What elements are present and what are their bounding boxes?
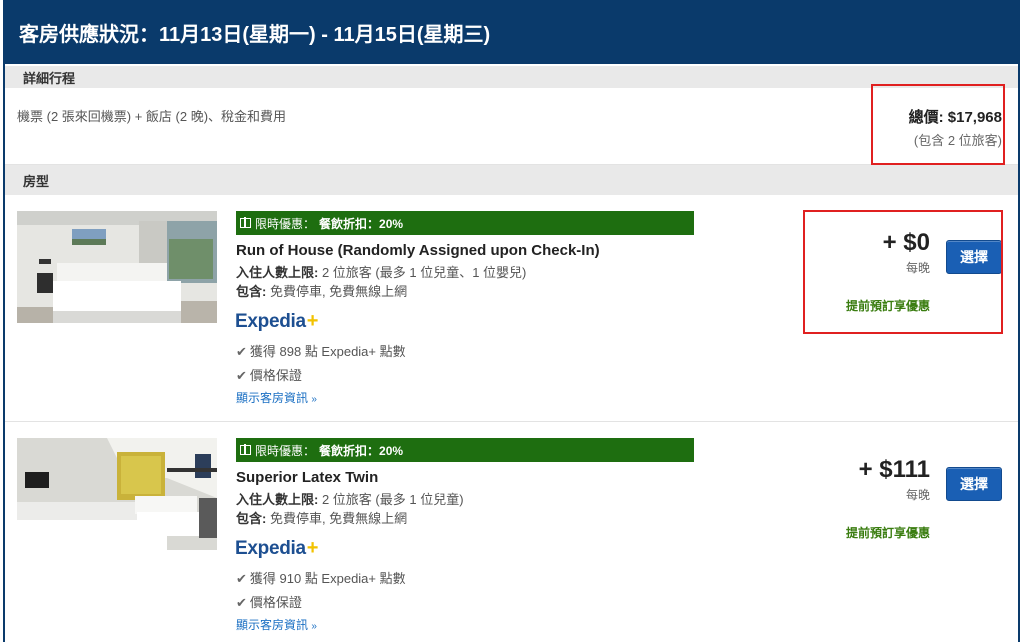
price-guarantee-text: 價格保證 xyxy=(249,595,302,610)
chevron-down-icon: » xyxy=(311,621,317,632)
points-text: 獲得 910 點 Expedia+ 點數 xyxy=(249,571,406,586)
itinerary-section-label: 詳細行程 xyxy=(23,70,76,86)
room-availability-panel: 客房供應狀況：11月13日(星期一) - 11月15日(星期三) 詳細行程 機票… xyxy=(3,0,1020,642)
itinerary-description: 機票 (2 張來回機票) + 飯店 (2 晚)、稅金和費用 xyxy=(17,109,287,124)
promo-detail: 餐飲折扣：20% xyxy=(319,443,404,458)
room-price: + $111 xyxy=(858,456,930,483)
expedia-plus-mark: + xyxy=(306,310,319,332)
points-line: ✔ 獲得 910 點 Expedia+ 點數 xyxy=(236,568,406,587)
occupancy-label: 入住人數上限: xyxy=(236,265,319,280)
expedia-plus-mark: + xyxy=(306,537,319,559)
room-type-section-label: 房型 xyxy=(23,173,50,189)
show-room-info-link[interactable]: 顯示客房資訊 » xyxy=(236,616,317,633)
checkmark-icon: ✔ xyxy=(236,368,247,383)
occupancy-label: 入住人數上限: xyxy=(236,492,319,507)
promo-label: 限時優惠： xyxy=(255,443,316,458)
page-title-text: 客房供應狀況：11月13日(星期一) - 11月15日(星期三) xyxy=(19,23,491,46)
occupancy-value: 2 位旅客 (最多 1 位兒童) xyxy=(318,492,464,507)
itinerary-summary: 機票 (2 張來回機票) + 飯店 (2 晚)、稅金和費用 總價: $17,96… xyxy=(5,84,1018,165)
gift-icon xyxy=(240,444,251,455)
promo-banner: 限時優惠： 餐飲折扣：20% xyxy=(236,438,694,462)
itinerary-section-header: 詳細行程 xyxy=(5,66,1018,88)
room-occupancy: 入住人數上限: 2 位旅客 (最多 1 位兒童、1 位嬰兒) xyxy=(236,262,526,281)
promo-banner: 限時優惠： 餐飲折扣：20% xyxy=(236,211,694,235)
room-type-section-header: 房型 xyxy=(5,165,1018,195)
includes-value: 免費停車, 免費無線上網 xyxy=(266,284,408,299)
room-photo[interactable] xyxy=(17,438,217,550)
price-highlight-box xyxy=(803,210,1003,334)
price-guarantee-line: ✔ 價格保證 xyxy=(236,365,302,384)
includes-label: 包含: xyxy=(236,511,267,526)
room-includes: 包含: 免費停車, 免費無線上網 xyxy=(236,281,407,300)
expedia-logo-text: Expedia xyxy=(235,311,306,332)
includes-value: 免費停車, 免費無線上網 xyxy=(266,511,408,526)
expedia-plus-logo: Expedia+ xyxy=(235,310,318,333)
room-name: Superior Latex Twin xyxy=(236,469,379,486)
room-photo-image xyxy=(17,211,217,323)
expedia-logo-text: Expedia xyxy=(235,538,306,559)
page-title: 客房供應狀況：11月13日(星期一) - 11月15日(星期三) xyxy=(5,0,1018,64)
room-occupancy: 入住人數上限: 2 位旅客 (最多 1 位兒童) xyxy=(236,489,464,508)
checkmark-icon: ✔ xyxy=(236,344,247,359)
promo-detail: 餐飲折扣：20% xyxy=(319,216,404,231)
show-room-info-label: 顯示客房資訊 xyxy=(236,618,309,632)
select-room-button[interactable]: 選擇 xyxy=(946,467,1002,501)
gift-icon xyxy=(240,217,251,228)
promo-label: 限時優惠： xyxy=(255,216,316,231)
show-room-info-link[interactable]: 顯示客房資訊 » xyxy=(236,389,317,406)
total-price-highlight-box xyxy=(871,84,1005,165)
checkmark-icon: ✔ xyxy=(236,571,247,586)
room-price-block: + $111 每晚 xyxy=(859,456,930,503)
room-includes: 包含: 免費停車, 免費無線上網 xyxy=(236,508,407,527)
show-room-info-label: 顯示客房資訊 xyxy=(236,391,309,405)
per-night-label: 每晚 xyxy=(905,488,930,502)
early-booking-label: 提前預訂享優惠 xyxy=(845,526,930,540)
points-line: ✔ 獲得 898 點 Expedia+ 點數 xyxy=(236,341,406,360)
price-guarantee-line: ✔ 價格保證 xyxy=(236,592,302,611)
expedia-plus-logo: Expedia+ xyxy=(235,537,318,560)
chevron-down-icon: » xyxy=(311,394,317,405)
room-card: 限時優惠： 餐飲折扣：20% Run of House (Randomly As… xyxy=(5,195,1018,422)
room-card: 限時優惠： 餐飲折扣：20% Superior Latex Twin 入住人數上… xyxy=(5,422,1018,642)
room-photo-image xyxy=(17,438,217,550)
room-photo[interactable] xyxy=(17,211,217,323)
occupancy-value: 2 位旅客 (最多 1 位兒童、1 位嬰兒) xyxy=(318,265,527,280)
includes-label: 包含: xyxy=(236,284,267,299)
checkmark-icon: ✔ xyxy=(236,595,247,610)
points-text: 獲得 898 點 Expedia+ 點數 xyxy=(249,344,406,359)
room-name: Run of House (Randomly Assigned upon Che… xyxy=(236,242,600,259)
price-guarantee-text: 價格保證 xyxy=(249,368,302,383)
